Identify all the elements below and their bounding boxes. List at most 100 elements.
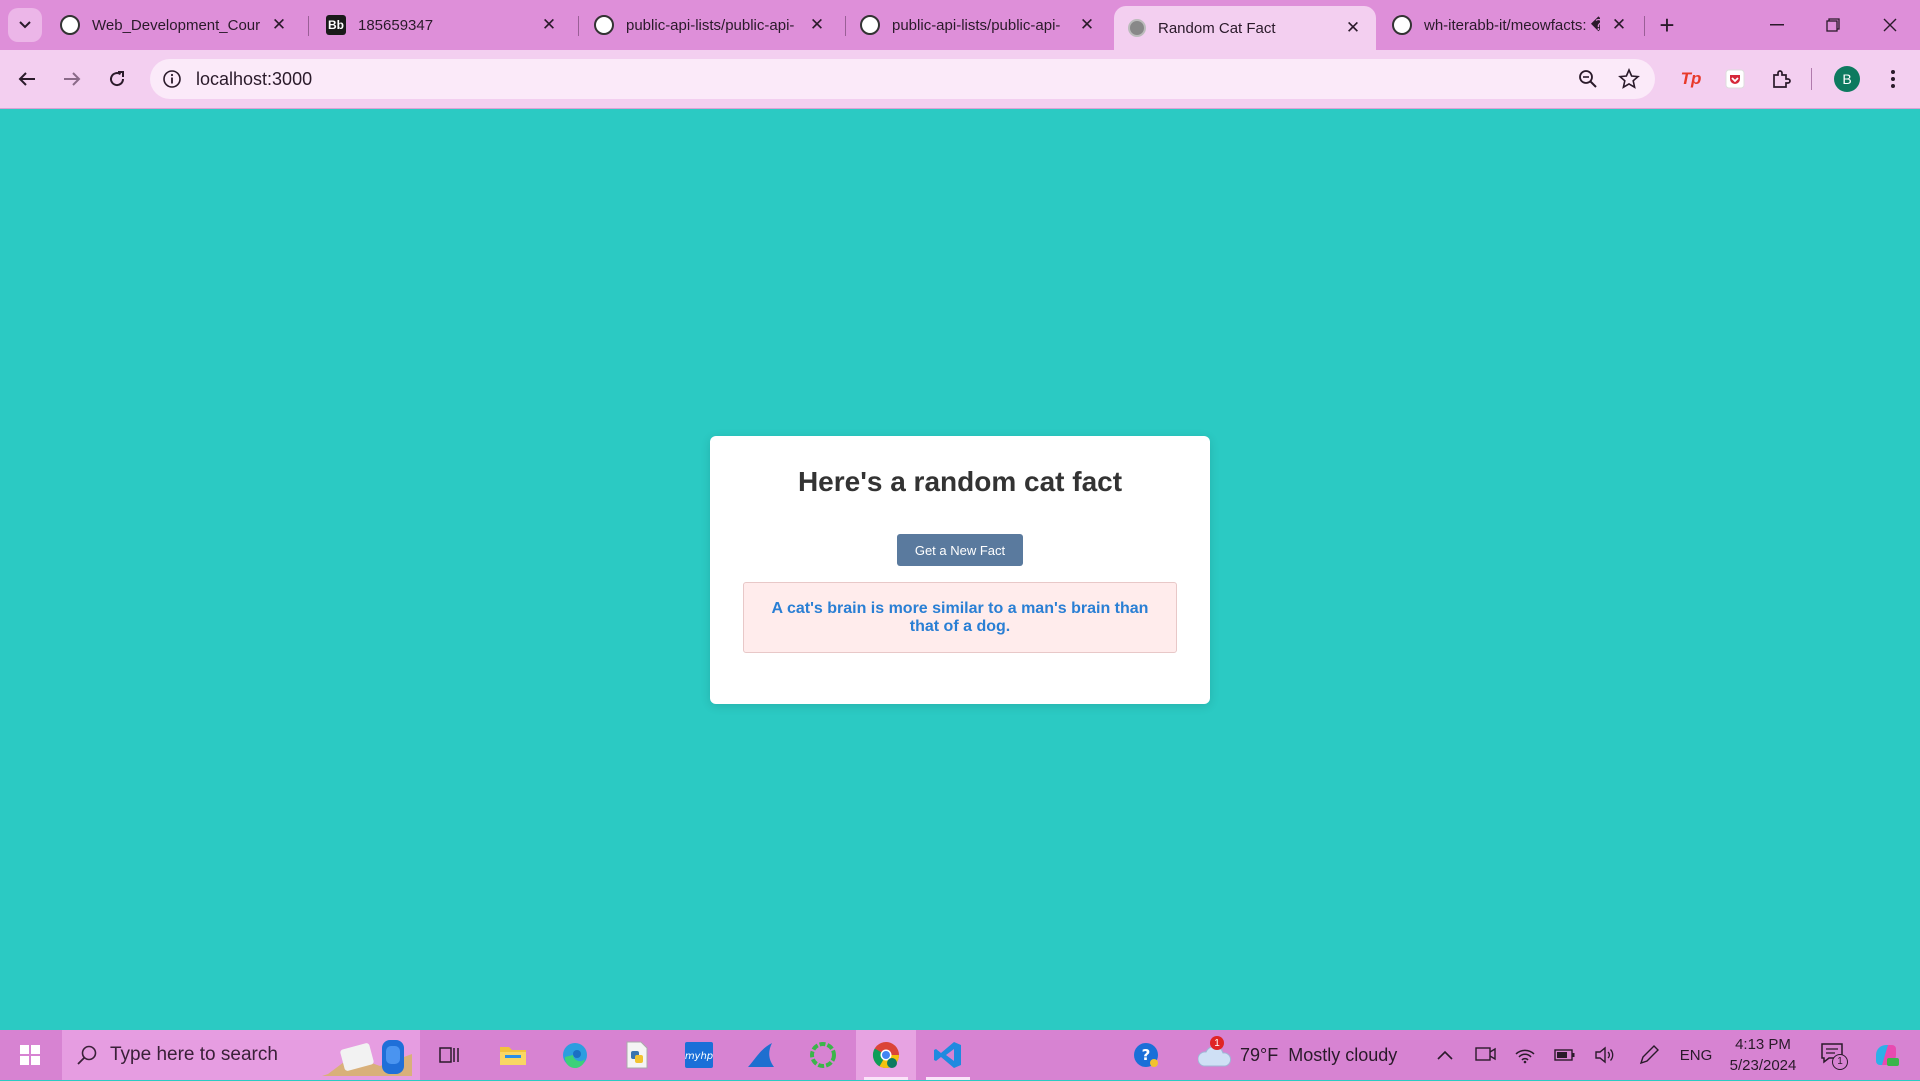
language-text: ENG	[1679, 1046, 1713, 1064]
battery-icon	[1554, 1049, 1575, 1061]
start-button[interactable]	[0, 1030, 60, 1080]
search-highlight-illustration-icon	[322, 1036, 418, 1081]
svg-text:?: ?	[1142, 1046, 1151, 1064]
clock[interactable]: 4:13 PM 5/23/2024	[1718, 1034, 1808, 1076]
tab-title: public-api-lists/public-api-	[892, 16, 1061, 34]
page-title: Here's a random cat fact	[797, 466, 1123, 497]
tp-extension-label: Tp	[1680, 69, 1702, 88]
arrow-right-icon	[64, 72, 81, 86]
vscode-button[interactable]	[922, 1030, 974, 1080]
bookmark-star-icon[interactable]	[1618, 67, 1640, 95]
globe-icon	[1128, 19, 1146, 37]
shark-fin-icon	[748, 1043, 774, 1067]
profile-avatar[interactable]: B	[1829, 61, 1865, 97]
clock-time: 4:13 PM	[1735, 1036, 1791, 1053]
zoom-icon[interactable]	[1578, 69, 1598, 94]
close-icon[interactable]: ✕	[1074, 12, 1100, 38]
cat-fact-card: Here's a random cat fact Get a New Fact …	[710, 436, 1210, 704]
tab-meowfacts[interactable]: wh-iterabb-it/meowfacts: � ✕	[1378, 0, 1642, 50]
notifications-button[interactable]: 1	[1812, 1030, 1852, 1080]
chevron-down-icon	[19, 21, 31, 29]
close-icon	[1883, 18, 1897, 32]
myhp-icon: myhp	[685, 1042, 713, 1068]
new-tab-button[interactable]: +	[1650, 8, 1684, 42]
restore-button[interactable]	[1805, 0, 1861, 50]
more-vertical-icon	[1891, 70, 1895, 88]
cloud-icon: 1	[1197, 1036, 1232, 1070]
file-explorer-button[interactable]	[490, 1030, 536, 1080]
address-bar[interactable]: localhost:3000	[150, 59, 1655, 99]
page-viewport: Here's a random cat fact Get a New Fact …	[0, 109, 1920, 1030]
extensions-puzzle-icon[interactable]	[1763, 61, 1799, 97]
close-window-button[interactable]	[1862, 0, 1918, 50]
bb-icon: Bb	[326, 15, 346, 35]
help-icon: ?	[1134, 1043, 1158, 1067]
back-button[interactable]	[9, 61, 45, 97]
wifi-icon	[1515, 1049, 1535, 1064]
tab-185659347[interactable]: Bb 185659347 ✕	[312, 0, 572, 50]
toolbar-divider	[1811, 68, 1812, 90]
reload-button[interactable]	[99, 61, 135, 97]
pen-button[interactable]	[1632, 1030, 1666, 1080]
tab-web-development-course[interactable]: Web_Development_Course ✕	[46, 0, 302, 50]
minimize-button[interactable]	[1749, 0, 1805, 50]
chrome-button[interactable]	[856, 1030, 916, 1080]
taskbar-search-box[interactable]: Type here to search	[62, 1030, 420, 1080]
clock-date: 5/23/2024	[1729, 1057, 1797, 1074]
python-idle-button[interactable]	[614, 1030, 660, 1080]
camera-icon	[1475, 1047, 1496, 1061]
tab-title: Random Cat Fact	[1158, 19, 1276, 37]
weather-widget[interactable]: 1 79°F Mostly cloudy	[1197, 1030, 1408, 1080]
get-new-fact-button[interactable]: Get a New Fact	[897, 534, 1023, 566]
show-hidden-icons-button[interactable]	[1430, 1030, 1460, 1080]
copilot-button[interactable]	[1862, 1030, 1910, 1080]
search-placeholder: Type here to search	[110, 1044, 278, 1065]
arrow-left-icon	[18, 72, 35, 86]
tab-public-api-lists-1[interactable]: public-api-lists/public-api- ✕	[580, 0, 840, 50]
speaker-icon	[1595, 1046, 1614, 1064]
github-icon	[1392, 15, 1412, 35]
tab-title: public-api-lists/public-api-	[626, 16, 795, 34]
tab-separator	[1644, 16, 1645, 36]
menu-button[interactable]	[1875, 61, 1911, 97]
volume-button[interactable]	[1590, 1030, 1620, 1080]
language-indicator[interactable]: ENG	[1674, 1030, 1718, 1080]
edge-icon	[563, 1043, 587, 1069]
tab-title: Web_Development_Course	[92, 16, 260, 34]
python-file-icon	[626, 1041, 648, 1069]
meet-now-button[interactable]	[1470, 1030, 1500, 1080]
pocket-extension-icon[interactable]	[1717, 61, 1753, 97]
task-view-button[interactable]	[430, 1030, 470, 1080]
tab-search-button[interactable]	[8, 8, 42, 42]
edge-button[interactable]	[552, 1030, 598, 1080]
close-icon[interactable]: ✕	[536, 12, 562, 38]
tab-title: wh-iterabb-it/meowfacts: �	[1424, 17, 1600, 34]
windows-logo-icon	[20, 1045, 40, 1065]
weather-alert-badge: 1	[1210, 1036, 1224, 1050]
tab-strip: Web_Development_Course ✕ Bb 185659347 ✕ …	[0, 0, 1920, 50]
github-icon	[60, 15, 80, 35]
close-icon[interactable]: ✕	[266, 12, 292, 38]
forward-button[interactable]	[54, 61, 90, 97]
close-icon[interactable]: ✕	[804, 12, 830, 38]
site-info-icon[interactable]	[162, 69, 182, 94]
close-icon[interactable]: ✕	[1606, 12, 1632, 38]
tab-separator	[578, 16, 579, 36]
tp-extension-icon[interactable]: Tp	[1673, 61, 1709, 97]
tab-random-cat-fact[interactable]: Random Cat Fact ✕	[1114, 6, 1376, 50]
minimize-icon	[1770, 24, 1784, 26]
help-button[interactable]: ?	[1128, 1030, 1164, 1080]
notification-count-badge: 1	[1832, 1053, 1848, 1070]
tab-separator	[308, 16, 309, 36]
spotify-like-app-button[interactable]	[800, 1030, 846, 1080]
wifi-button[interactable]	[1510, 1030, 1540, 1080]
battery-button[interactable]	[1550, 1030, 1580, 1080]
myhp-button[interactable]: myhp	[676, 1030, 722, 1080]
vscode-icon	[934, 1042, 961, 1068]
weather-text: 79°F Mostly cloudy	[1240, 1044, 1398, 1065]
wireshark-button[interactable]	[738, 1030, 784, 1080]
close-icon[interactable]: ✕	[1340, 15, 1366, 41]
tab-public-api-lists-2[interactable]: public-api-lists/public-api- ✕	[846, 0, 1110, 50]
fact-box: A cat's brain is more similar to a man's…	[743, 582, 1177, 653]
folder-icon	[500, 1047, 526, 1065]
